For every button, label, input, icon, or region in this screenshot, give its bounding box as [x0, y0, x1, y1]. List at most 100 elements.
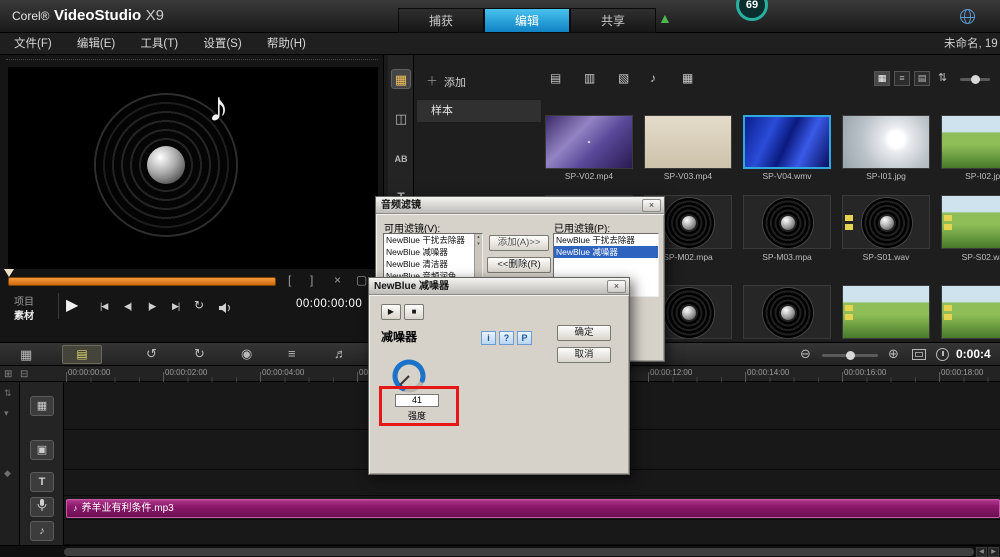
menu-help[interactable]: 帮助(H): [267, 38, 306, 50]
notification-badge[interactable]: 69: [736, 0, 768, 21]
globe-icon[interactable]: [960, 9, 975, 24]
video-track-icon[interactable]: ▦: [30, 396, 54, 416]
track-manager-icon[interactable]: ⊞: [4, 369, 12, 380]
track-swap-icon[interactable]: ⇅: [4, 388, 12, 399]
music-clip[interactable]: ♪ 养羊业有利条件.mp3: [66, 499, 1000, 518]
app-header: Corel® VideoStudio X9 捕获 编辑 共享 ▲ 69: [0, 0, 1000, 33]
home-button[interactable]: |◀: [100, 301, 108, 312]
photo-filter-icon[interactable]: ▧: [618, 71, 629, 85]
seekbar[interactable]: [8, 277, 276, 286]
music-track-row[interactable]: [64, 520, 1000, 545]
preview-stop-button[interactable]: ■: [404, 304, 424, 320]
list-item[interactable]: NewBlue 清洁器: [384, 258, 482, 270]
ok-button[interactable]: 确定: [557, 325, 611, 341]
thumbnail-photo[interactable]: [842, 285, 930, 339]
play-button[interactable]: ▶: [66, 295, 78, 315]
close-icon[interactable]: ×: [642, 199, 661, 212]
folder-filter-icon[interactable]: ▤: [550, 71, 561, 85]
voice-track-icon[interactable]: [30, 497, 54, 517]
storyboard-view-button[interactable]: ▦: [20, 347, 32, 363]
timeline-view-button[interactable]: ▤: [62, 345, 102, 364]
sound-mixer-button[interactable]: ≡: [288, 346, 296, 361]
menu-tools[interactable]: 工具(T): [140, 38, 178, 50]
previous-frame-button[interactable]: ◀|: [124, 301, 132, 312]
menu-settings[interactable]: 设置(S): [203, 38, 241, 50]
add-folder-icon[interactable]: ＋: [426, 72, 438, 89]
thumbnail-video-selected[interactable]: [743, 115, 831, 169]
mode-project[interactable]: 项目: [14, 293, 34, 308]
add-folder-label[interactable]: 添加: [444, 74, 466, 90]
mark-out-button[interactable]: ]: [310, 273, 313, 287]
chevron-icon[interactable]: ▾: [4, 408, 9, 419]
undo-button[interactable]: ↺: [146, 346, 157, 362]
track-collapse-icon[interactable]: ⊟: [20, 369, 28, 380]
thumbnail-audio[interactable]: [941, 195, 1000, 249]
scroll-right-button[interactable]: ▶: [988, 547, 999, 557]
timeline-zoom-slider-handle[interactable]: [846, 351, 855, 360]
gallery-filter-icon[interactable]: ▦: [682, 71, 693, 85]
end-button[interactable]: ▶|: [172, 301, 180, 312]
view-list-button[interactable]: ≡: [894, 71, 910, 86]
list-item-selected[interactable]: NewBlue 减噪器: [554, 246, 658, 258]
list-item[interactable]: NewBlue 减噪器: [384, 246, 482, 258]
tab-edit[interactable]: 编辑: [484, 8, 570, 33]
thumbnail-audio[interactable]: [743, 195, 831, 249]
marker-icon[interactable]: ◆: [4, 468, 11, 479]
thumbnail-photo[interactable]: [941, 285, 1000, 339]
export-arrow-icon[interactable]: ▲: [658, 10, 672, 26]
thumbnail-audio[interactable]: [842, 195, 930, 249]
sort-icon[interactable]: ⇅: [938, 71, 947, 84]
videostudio-window: Corel® VideoStudio X9 捕获 编辑 共享 ▲ 69 文件(F…: [0, 0, 1000, 557]
remove-filter-button[interactable]: <<删除(R): [487, 257, 551, 273]
auto-music-button[interactable]: ♬: [334, 346, 347, 361]
thumb-size-slider-handle[interactable]: [971, 75, 980, 84]
list-item[interactable]: NewBlue 干扰去除器: [554, 234, 658, 246]
seekbar-playhead[interactable]: [4, 269, 14, 277]
close-icon[interactable]: ×: [607, 280, 626, 293]
folder-item-samples[interactable]: 样本: [416, 99, 542, 123]
add-filter-button[interactable]: 添加(A)>>: [489, 235, 549, 251]
zoom-in-button[interactable]: ⊕: [888, 346, 899, 362]
zoom-out-button[interactable]: ⊖: [800, 346, 811, 362]
info-button[interactable]: i: [481, 331, 496, 345]
tab-share[interactable]: 共享: [570, 8, 656, 33]
repeat-button[interactable]: ↻: [194, 298, 204, 312]
enlarge-preview-button[interactable]: ▢: [356, 273, 367, 287]
redo-button[interactable]: ↻: [194, 346, 205, 362]
media-library-icon[interactable]: ▦: [391, 69, 411, 89]
overlay-ab-icon[interactable]: AB: [391, 149, 411, 169]
view-thumbnail-button[interactable]: ▦: [874, 71, 890, 86]
preview-timecode[interactable]: 00:00:00:00: [296, 298, 362, 310]
split-clip-button[interactable]: ×: [334, 273, 341, 287]
list-item[interactable]: NewBlue 干扰去除器: [384, 234, 482, 246]
fit-timeline-button[interactable]: [912, 349, 926, 360]
volume-button[interactable]: [218, 301, 232, 319]
thumbnail-label: SP-S01.wav: [862, 252, 910, 262]
thumbnail-video[interactable]: [545, 115, 633, 169]
record-capture-button[interactable]: ◉: [241, 346, 252, 362]
preview-play-button[interactable]: ▶: [381, 304, 401, 320]
mark-in-button[interactable]: [: [288, 273, 291, 287]
video-filter-icon[interactable]: ▥: [584, 71, 595, 85]
cancel-button[interactable]: 取消: [557, 347, 611, 363]
help-button[interactable]: ?: [499, 331, 514, 345]
mode-clip[interactable]: 素材: [14, 307, 34, 322]
scroll-left-button[interactable]: ◀: [976, 547, 987, 557]
menu-file[interactable]: 文件(F): [14, 38, 52, 50]
scrollbar-thumb[interactable]: [64, 548, 974, 556]
thumbnail-video[interactable]: [644, 115, 732, 169]
next-frame-button[interactable]: |▶: [148, 301, 156, 312]
thumbnail-audio[interactable]: [743, 285, 831, 339]
view-detail-button[interactable]: ▤: [914, 71, 930, 86]
audio-filter-icon[interactable]: ♪: [650, 71, 656, 85]
thumbnail-photo[interactable]: [941, 115, 1000, 169]
tab-capture[interactable]: 捕获: [398, 8, 484, 33]
thumbnail-photo[interactable]: [842, 115, 930, 169]
music-track-icon[interactable]: ♪: [30, 521, 54, 541]
menu-edit[interactable]: 编辑(E): [77, 38, 115, 50]
duration-clock-icon[interactable]: [936, 348, 949, 361]
transition-library-icon[interactable]: ◫: [391, 109, 411, 129]
title-track-icon[interactable]: T: [30, 472, 54, 492]
preset-button[interactable]: P: [517, 331, 532, 345]
overlay-track-icon[interactable]: ▣: [30, 440, 54, 460]
